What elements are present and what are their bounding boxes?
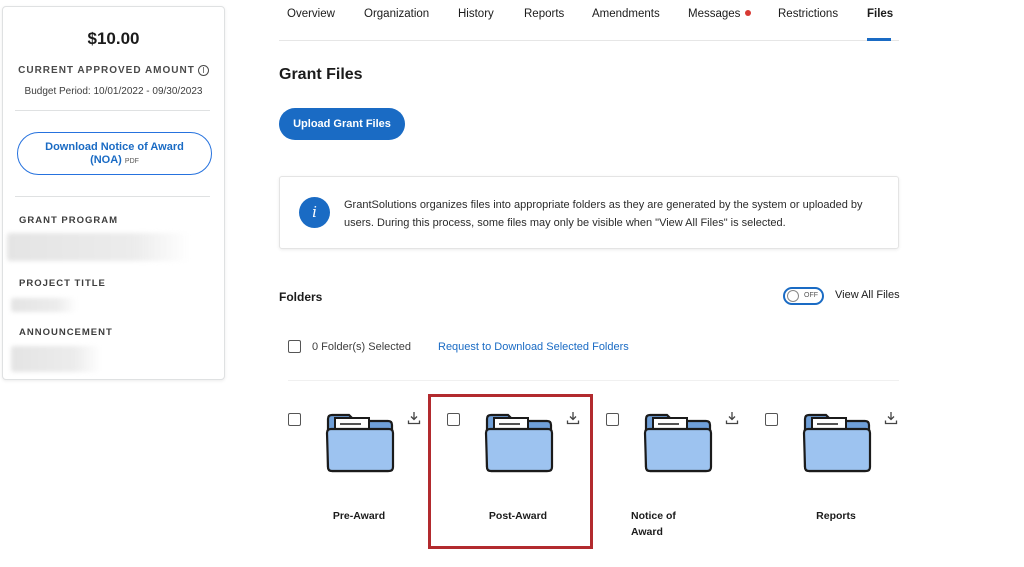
toggle-knob (787, 290, 799, 302)
tab-bar: Overview Organization History Reports Am… (279, 0, 899, 41)
folder-checkbox[interactable] (765, 413, 778, 426)
folder-card[interactable]: Reports (756, 405, 916, 555)
select-all-folders-checkbox[interactable] (288, 340, 301, 353)
approved-amount-label: CURRENT APPROVED AMOUNT i (3, 65, 224, 76)
project-title-label: PROJECT TITLE (19, 278, 106, 289)
tab-messages[interactable]: Messages (688, 8, 752, 20)
view-all-files-label: View All Files (835, 289, 900, 301)
budget-period: Budget Period: 10/01/2022 - 09/30/2023 (24, 86, 203, 97)
redacted-grant-program (7, 233, 189, 261)
download-noa-button[interactable]: Download Notice of Award (NOA) PDF (17, 132, 212, 175)
tab-overview[interactable]: Overview (287, 8, 335, 20)
download-icon[interactable] (407, 411, 421, 425)
folder-icon (802, 413, 872, 473)
info-alert: i GrantSolutions organizes files into ap… (279, 176, 899, 249)
page-title: Grant Files (279, 66, 363, 83)
info-alert-text: GrantSolutions organizes files into appr… (344, 199, 863, 229)
highlight-box (428, 394, 593, 549)
unread-dot-icon (745, 10, 752, 16)
toggle-state: OFF (804, 292, 818, 299)
folder-icon (325, 413, 395, 473)
tab-reports[interactable]: Reports (524, 8, 564, 20)
active-tab-indicator (867, 38, 891, 41)
tab-history[interactable]: History (458, 8, 494, 20)
info-icon: i (299, 197, 330, 228)
info-icon[interactable]: i (197, 65, 209, 76)
request-download-link[interactable]: Request to Download Selected Folders (438, 341, 629, 353)
download-icon[interactable] (884, 411, 898, 425)
folder-icon (643, 413, 713, 473)
view-all-files-toggle[interactable]: OFF (783, 287, 824, 305)
tab-amendments[interactable]: Amendments (592, 8, 660, 20)
folder-name: Pre-Award (332, 510, 386, 522)
divider (288, 380, 899, 381)
divider (15, 110, 210, 111)
folder-name: Reports (816, 510, 856, 522)
upload-grant-files-button[interactable]: Upload Grant Files (279, 108, 405, 140)
tab-files[interactable]: Files (867, 8, 893, 20)
download-icon[interactable] (725, 411, 739, 425)
folders-heading: Folders (279, 290, 323, 304)
tab-restrictions[interactable]: Restrictions (778, 8, 838, 20)
folder-checkbox[interactable] (606, 413, 619, 426)
redacted-project-title (11, 298, 77, 312)
grant-summary-card: $10.00 CURRENT APPROVED AMOUNT i Budget P… (2, 6, 225, 380)
approved-amount: $10.00 (87, 29, 140, 48)
tab-organization[interactable]: Organization (364, 8, 429, 20)
folder-checkbox[interactable] (288, 413, 301, 426)
selected-count: 0 Folder(s) Selected (312, 341, 412, 353)
grant-program-label: GRANT PROGRAM (19, 215, 119, 226)
pdf-tag: PDF (124, 158, 139, 165)
announcement-label: ANNOUNCEMENT (19, 327, 113, 338)
folder-card[interactable]: Notice of Award (597, 405, 757, 555)
folder-name: Notice of Award (631, 510, 676, 538)
redacted-announcement (11, 346, 101, 372)
divider (15, 196, 210, 197)
folder-card[interactable]: Pre-Award (279, 405, 439, 555)
